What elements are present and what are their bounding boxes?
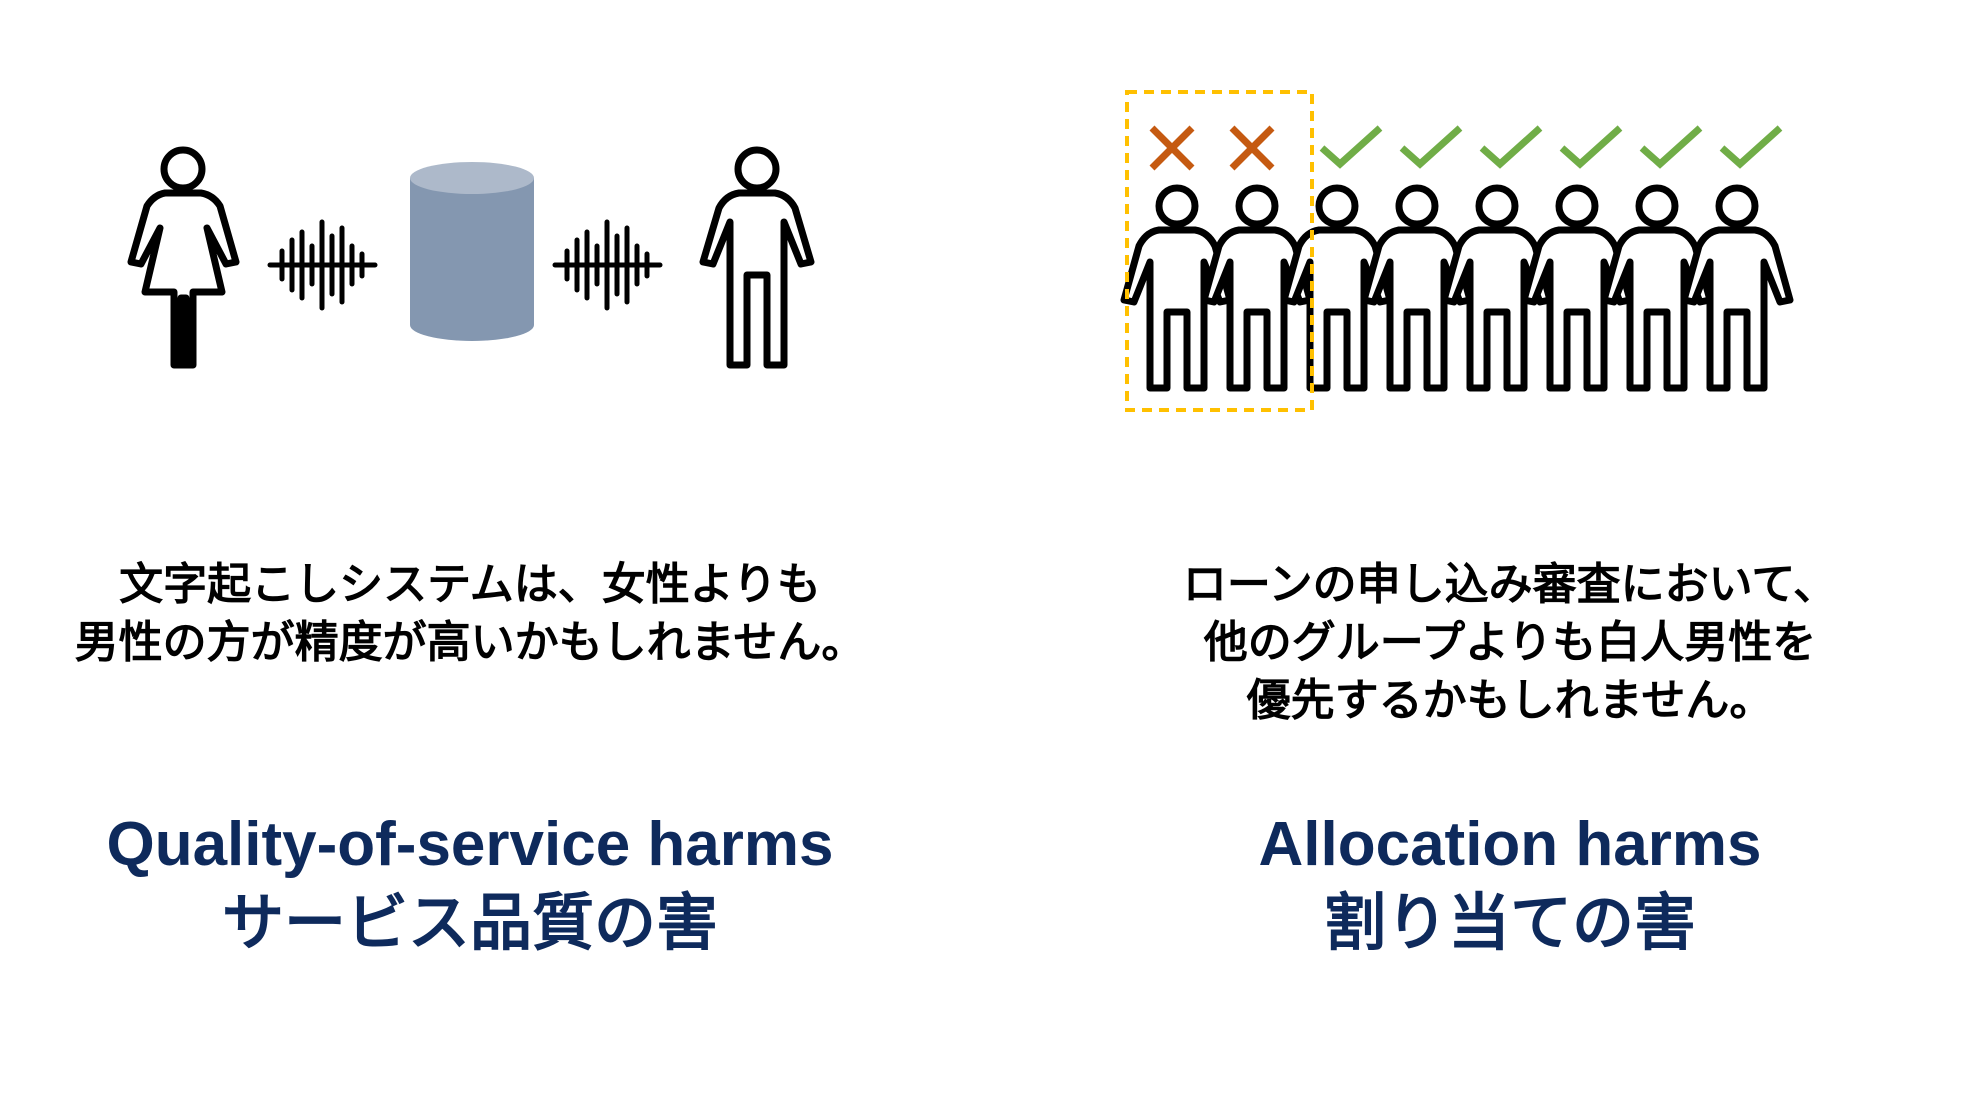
cross-icon	[1149, 125, 1195, 171]
woman-icon	[127, 146, 240, 369]
caption-line: ローンの申し込み審査において、	[1182, 559, 1838, 610]
man-icon	[699, 146, 815, 369]
title-japanese: サービス品質の害	[221, 886, 718, 959]
title-japanese: 割り当ての害	[1323, 886, 1696, 959]
allocation-illustration	[1120, 90, 1794, 412]
check-icon	[1479, 125, 1543, 169]
caption-line: 文字起こしシステムは、女性よりも	[119, 559, 821, 610]
quality-of-service-caption: 文字起こしシステムは、女性よりも 男性の方が精度が高いかもしれません。	[0, 556, 940, 672]
allocation-title: Allocation harms 割り当ての害	[1040, 806, 1980, 962]
check-icon	[1399, 125, 1463, 169]
title-english: Allocation harms	[1258, 810, 1762, 879]
quality-of-service-panel: 文字起こしシステムは、女性よりも 男性の方が精度が高いかもしれません。 Qual…	[0, 0, 940, 1114]
allocation-panel: ローンの申し込み審査において、 他のグループよりも白人男性を 優先するかもしれま…	[1040, 0, 1980, 1114]
caption-line: 他のグループよりも白人男性を	[1203, 617, 1817, 668]
allocation-caption: ローンの申し込み審査において、 他のグループよりも白人男性を 優先するかもしれま…	[1040, 556, 1980, 730]
quality-of-service-title: Quality-of-service harms サービス品質の害	[0, 806, 940, 962]
quality-of-service-illustration	[127, 146, 815, 369]
cross-icon	[1229, 125, 1275, 171]
title-english: Quality-of-service harms	[106, 810, 834, 879]
sound-wave-icon	[267, 219, 378, 311]
database-icon	[410, 162, 534, 341]
check-icon	[1559, 125, 1623, 169]
check-icon	[1719, 125, 1783, 169]
man-icon	[1680, 184, 1794, 392]
caption-line: 男性の方が精度が高いかもしれません。	[74, 617, 866, 668]
check-icon	[1639, 125, 1703, 169]
sound-wave-icon	[552, 219, 663, 311]
check-icon	[1319, 125, 1383, 169]
caption-line: 優先するかもしれません。	[1246, 675, 1774, 726]
